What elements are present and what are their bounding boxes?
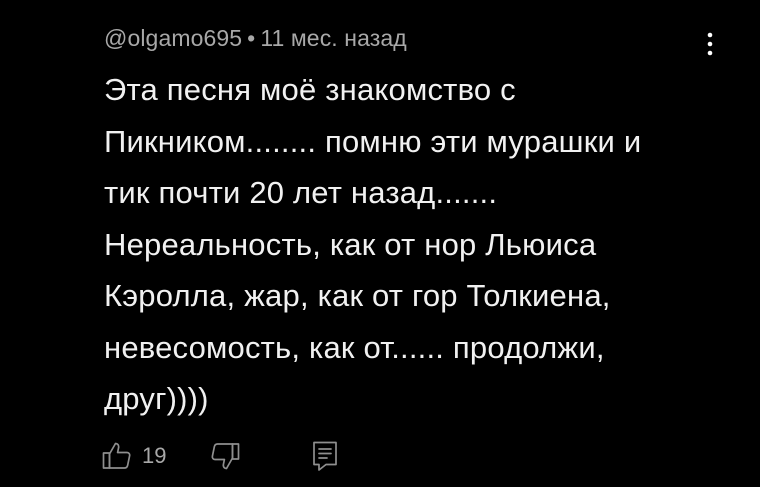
- comment-timestamp[interactable]: 11 мес. назад: [260, 25, 406, 51]
- more-vertical-icon: [707, 32, 713, 56]
- comment-text-line: Эта песня моё знакомство с: [104, 72, 516, 107]
- reply-comment-icon: [313, 441, 338, 471]
- reply-button[interactable]: [310, 439, 340, 473]
- comment-text-line: тик почти 20 лет назад.......: [104, 175, 498, 210]
- comment-text-line: Нереальность, как от нор Льюиса: [104, 226, 597, 262]
- comment-action-menu-button[interactable]: [696, 26, 724, 62]
- comment-text-line: Кэролла, жар, как от гор Толкиена,: [104, 278, 611, 313]
- thumbs-down-icon: [211, 443, 240, 470]
- like-button[interactable]: 19: [100, 439, 166, 473]
- comment-item: @olgamo695 • 11 мес. назад Эта песня моё з…: [0, 0, 760, 487]
- comment-text-line: Пикником........ помню эти мурашки и: [104, 123, 642, 159]
- comment-action-bar: 19: [100, 436, 340, 476]
- comment-text: Эта песня моё знакомство с Пикником.....…: [104, 64, 724, 425]
- like-count: 19: [142, 443, 167, 468]
- comment-text-line: друг)))): [104, 381, 209, 416]
- thumbs-up-icon: [102, 442, 131, 469]
- author-name[interactable]: @olgamo695: [104, 25, 242, 51]
- dislike-button[interactable]: [208, 439, 242, 473]
- comment-text-line: невесомость, как от...... продолжи,: [104, 329, 605, 365]
- meta-separator: •: [247, 25, 256, 51]
- comment-header: @olgamo695 • 11 мес. назад: [104, 22, 407, 54]
